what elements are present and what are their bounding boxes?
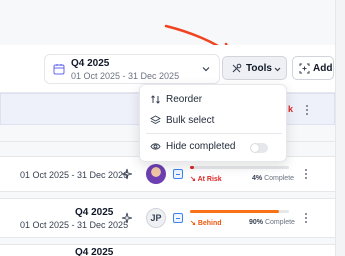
tools-button[interactable]: Tools [222, 56, 287, 80]
add-frame-icon [299, 63, 310, 74]
menu-item-reorder[interactable]: Reorder [140, 90, 288, 110]
scrollbar[interactable] [335, 0, 345, 256]
status-text: k [288, 104, 294, 114]
menu-item-bulk-select[interactable]: Bulk select [140, 111, 288, 131]
period-selector[interactable]: Q4 2025 01 Oct 2025 - 31 Dec 2025 [44, 54, 220, 84]
chevron-down-icon [202, 67, 210, 72]
layers-icon [150, 115, 161, 125]
calendar-icon [53, 64, 65, 75]
row-title: Q4 2025 [75, 247, 114, 256]
sparkle-icon[interactable] [121, 168, 133, 180]
page: Q4 2025 01 Oct 2025 - 31 Dec 2025 Tools … [0, 0, 345, 256]
add-label: Add [313, 63, 333, 74]
tools-icon [232, 63, 242, 73]
period-title: Q4 2025 [71, 58, 110, 69]
sparkle-icon[interactable] [121, 212, 133, 224]
menu-item-hide-completed[interactable]: Hide completed [140, 137, 288, 157]
progress-label: 4% Complete [252, 175, 295, 182]
tools-dropdown-menu: Reorder Bulk select Hide completed [139, 84, 287, 162]
row-date-range: 01 Oct 2025 - 31 Dec 2025 [20, 220, 129, 230]
avatar[interactable] [146, 164, 166, 184]
hide-completed-toggle[interactable] [250, 143, 268, 153]
toggle-knob [251, 144, 259, 152]
status-checkbox[interactable] [173, 169, 183, 179]
period-range: 01 Oct 2025 - 31 Dec 2025 [71, 71, 180, 81]
progress-bar [190, 166, 289, 169]
add-button[interactable]: Add [292, 56, 334, 80]
more-options-icon[interactable] [305, 169, 308, 180]
more-options-icon[interactable] [306, 105, 309, 116]
row-date-range: 01 Oct 2025 - 31 Dec 2026 [20, 170, 129, 180]
table-row[interactable]: Q4 2025 [0, 244, 335, 256]
status-checkbox[interactable] [173, 213, 183, 223]
progress-bar [190, 210, 289, 213]
progress-fill [190, 166, 194, 169]
progress-label: 90% Complete [249, 219, 295, 226]
menu-item-label: Reorder [166, 94, 203, 105]
avatar[interactable]: JP [146, 208, 166, 228]
more-options-icon[interactable] [305, 213, 308, 224]
eye-icon [150, 143, 161, 150]
table-row[interactable]: Q4 2025 01 Oct 2025 - 31 Dec 2025 JP ↘ B… [0, 198, 335, 238]
menu-item-label: Hide completed [166, 141, 236, 152]
menu-item-label: Bulk select [166, 115, 215, 126]
status-badge: ↘ Behind [190, 220, 222, 227]
chevron-down-icon [274, 67, 281, 72]
row-title: Q4 2025 [75, 207, 114, 218]
menu-divider [146, 133, 282, 134]
reorder-icon [151, 95, 160, 104]
progress-fill [190, 210, 280, 213]
status-badge: ↘ At Risk [190, 176, 222, 183]
tools-label: Tools [246, 63, 272, 74]
